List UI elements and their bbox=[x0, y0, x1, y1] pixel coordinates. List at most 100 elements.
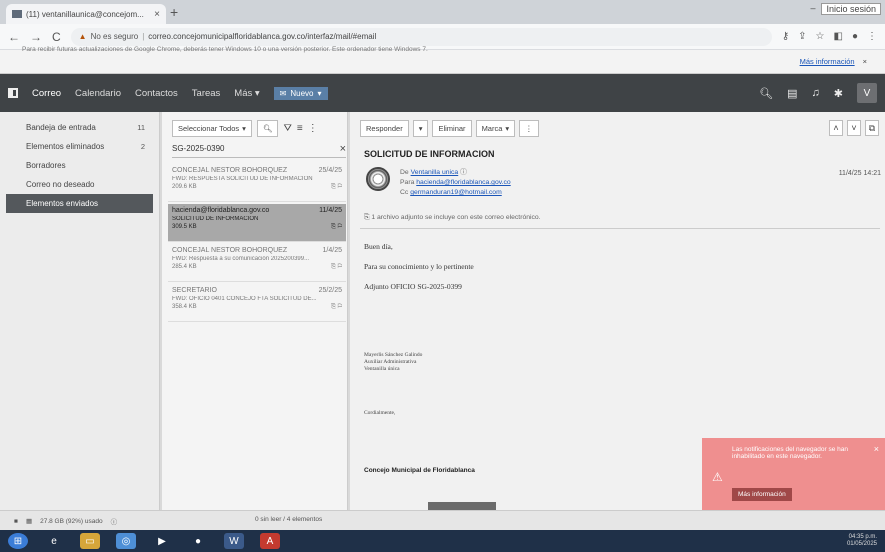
msg-date: 25/2/25 bbox=[318, 287, 342, 294]
msg-size: 285.4 KB bbox=[172, 264, 197, 270]
search-toggle-button[interactable]: 🔍︎ bbox=[256, 120, 279, 137]
list-item[interactable]: CONCEJAL NESTOR BOHORQUEZ 25/4/25 FWD: RE… bbox=[168, 164, 346, 202]
key-icon[interactable]: ⚷ bbox=[782, 31, 789, 42]
update-infobar: Para recibir futuras actualizaciones de … bbox=[0, 46, 885, 81]
nav-tareas[interactable]: Tareas bbox=[192, 88, 221, 99]
reply-options-button[interactable]: ▾ bbox=[412, 120, 429, 137]
notification-close-button[interactable]: × bbox=[874, 444, 879, 454]
folder-drafts[interactable]: Borradores bbox=[6, 156, 153, 175]
reload-icon[interactable]: C bbox=[52, 30, 61, 44]
reader-nav: ˄ ˅ ⧉ bbox=[829, 120, 879, 136]
previous-message-icon[interactable]: ˄ bbox=[829, 120, 843, 136]
app-icon[interactable]: ● bbox=[188, 533, 208, 549]
star-icon[interactable]: ☆ bbox=[816, 31, 825, 42]
media-player-icon[interactable]: ▶ bbox=[152, 533, 172, 549]
paperclip-icon: ⎘ bbox=[364, 214, 370, 221]
nav-calendario[interactable]: Calendario bbox=[75, 88, 121, 99]
folder-sent[interactable]: Elementos enviados bbox=[6, 194, 153, 213]
profile-icon[interactable]: ● bbox=[852, 31, 858, 42]
more-icon[interactable]: ⋮ bbox=[867, 31, 877, 42]
list-item[interactable]: CONCEJAL NESTOR BOHORQUEZ 1/4/25 FWD: Res… bbox=[168, 244, 346, 282]
sidepanel-icon[interactable]: ◧ bbox=[834, 31, 843, 42]
word-icon[interactable]: W bbox=[224, 533, 244, 549]
menu-icon[interactable] bbox=[8, 88, 18, 98]
chrome-icon[interactable]: ◎ bbox=[116, 533, 136, 549]
msg-date: 25/4/25 bbox=[318, 167, 342, 174]
attachment-icon: ⎘ ⚐ bbox=[331, 184, 342, 190]
message-list-pane: Seleccionar Todos ▾ 🔍︎ ⛛ ≡ ⋮ SG-2025-039… bbox=[162, 112, 348, 510]
message-date: 11/4/25 14:21 bbox=[838, 170, 881, 177]
reply-button[interactable]: Responder bbox=[360, 120, 409, 137]
browser-actions: ⚷ ⇪ ☆ ◧ ● ⋮ bbox=[782, 31, 877, 42]
reader-more-button[interactable]: ⋮ bbox=[519, 120, 539, 137]
tab-close-button[interactable]: × bbox=[154, 9, 160, 20]
nav-correo[interactable]: Correo bbox=[32, 88, 61, 99]
new-message-button[interactable]: ✉ Nuevo ▾ bbox=[273, 86, 328, 100]
pdf-icon[interactable]: A bbox=[260, 533, 280, 549]
notification-more-info-button[interactable]: Más información bbox=[732, 488, 792, 501]
infobar-close-button[interactable]: × bbox=[863, 57, 867, 66]
folder-label: Correo no deseado bbox=[26, 180, 95, 189]
settings-icon[interactable]: ✱ bbox=[834, 87, 843, 100]
notifications-icon[interactable]: ♫ bbox=[812, 87, 820, 99]
folder-deleted[interactable]: Elementos eliminados 2 bbox=[6, 137, 153, 156]
sort-icon[interactable]: ≡ bbox=[297, 123, 303, 134]
clock-time: 04:35 p.m. bbox=[848, 534, 877, 540]
folder-label: Elementos eliminados bbox=[26, 142, 105, 151]
from-value[interactable]: Ventanilla unica bbox=[411, 169, 459, 176]
window-profile-button[interactable]: Inicio sesión bbox=[821, 3, 881, 15]
forward-icon[interactable]: → bbox=[30, 30, 42, 44]
sig-name: Mayerlis Sánchez Galindo bbox=[364, 352, 423, 358]
folder-junk[interactable]: Correo no deseado bbox=[6, 175, 153, 194]
chat-icon[interactable]: ▤ bbox=[787, 87, 797, 100]
list-more-icon[interactable]: ⋮ bbox=[308, 123, 318, 134]
back-icon[interactable]: ← bbox=[8, 30, 20, 44]
security-label: No es seguro bbox=[90, 32, 139, 41]
nav-contactos[interactable]: Contactos bbox=[135, 88, 178, 99]
browser-tab[interactable]: (11) ventanillaunica@concejom... × bbox=[6, 4, 166, 24]
address-separator: | bbox=[142, 32, 145, 41]
delete-label: Eliminar bbox=[438, 124, 466, 133]
system-clock[interactable]: 04:35 p.m. 01/05/2025 bbox=[847, 534, 877, 548]
avatar[interactable]: V bbox=[857, 83, 877, 103]
delete-button[interactable]: Eliminar bbox=[432, 120, 472, 137]
status-left: ■ ▦ 27.8 GB (92%) usado ⓘ bbox=[14, 516, 117, 527]
msg-from: CONCEJAL NESTOR BOHORQUEZ bbox=[172, 247, 288, 254]
grid-icon[interactable]: ▦ bbox=[26, 517, 32, 525]
list-item-selected[interactable]: hacienda@floridablanca.gov.co 11/4/25 SOL… bbox=[168, 204, 346, 242]
new-tab-button[interactable]: + bbox=[170, 4, 178, 20]
folder-icon[interactable]: ■ bbox=[14, 518, 18, 525]
share-icon[interactable]: ⇪ bbox=[798, 31, 806, 42]
infobar-more-info-link[interactable]: Más información bbox=[800, 57, 855, 66]
folder-inbox[interactable]: Bandeja de entrada 11 bbox=[6, 118, 153, 137]
list-item[interactable]: SECRETARIO 25/2/25 FWD: OFICIO 0401 CONCE… bbox=[168, 284, 346, 322]
to-value[interactable]: hacienda@floridablanca.gov.co bbox=[416, 179, 510, 186]
attachment-note[interactable]: ⎘ 1 archivo adjunto se incluye con este … bbox=[364, 214, 541, 222]
reply-label: Responder bbox=[366, 124, 403, 133]
notification-text: Las notificaciones del navegador se han … bbox=[732, 446, 848, 460]
ie-icon[interactable]: e bbox=[44, 533, 64, 549]
search-icon[interactable]: 🔍︎ bbox=[759, 87, 773, 100]
next-message-icon[interactable]: ˅ bbox=[847, 120, 861, 136]
body-greeting: Buen día, bbox=[364, 242, 393, 251]
minimize-icon[interactable]: ‒ bbox=[810, 3, 815, 15]
item-counts: 0 sin leer / 4 elementos bbox=[255, 516, 323, 523]
filter-icon[interactable]: ⛛ bbox=[283, 123, 291, 134]
msg-subject: FWD: Respuesta a su comunicación 2025200… bbox=[172, 256, 310, 262]
clock-date: 01/05/2025 bbox=[846, 541, 877, 547]
flag-button[interactable]: Marca ▾ bbox=[475, 120, 516, 137]
popout-icon[interactable]: ⧉ bbox=[865, 120, 879, 136]
select-all-button[interactable]: Seleccionar Todos ▾ bbox=[172, 120, 252, 137]
file-explorer-icon[interactable]: ▭ bbox=[80, 533, 100, 549]
start-button-icon[interactable]: ⊞ bbox=[8, 533, 28, 549]
cc-value[interactable]: germanduran19@hotmail.com bbox=[410, 189, 502, 196]
app-header: Correo Calendario Contactos Tareas Más ▾… bbox=[0, 74, 885, 112]
msg-date: 1/4/25 bbox=[322, 247, 342, 254]
flag-label: Marca bbox=[481, 124, 503, 133]
search-input[interactable]: SG-2025-0390 × bbox=[172, 140, 346, 158]
msg-subject: FWD: OFICIO 0401 CONCEJO FTA SOLICITUD D… bbox=[172, 296, 317, 302]
os-taskbar: ⊞ e ▭ ◎ ▶ ● W A 04:35 p.m. 01/05/2025 bbox=[0, 530, 885, 552]
nav-mas[interactable]: Más ▾ bbox=[234, 88, 259, 99]
msg-from: hacienda@floridablanca.gov.co bbox=[172, 207, 270, 214]
clear-search-icon[interactable]: × bbox=[340, 143, 346, 155]
